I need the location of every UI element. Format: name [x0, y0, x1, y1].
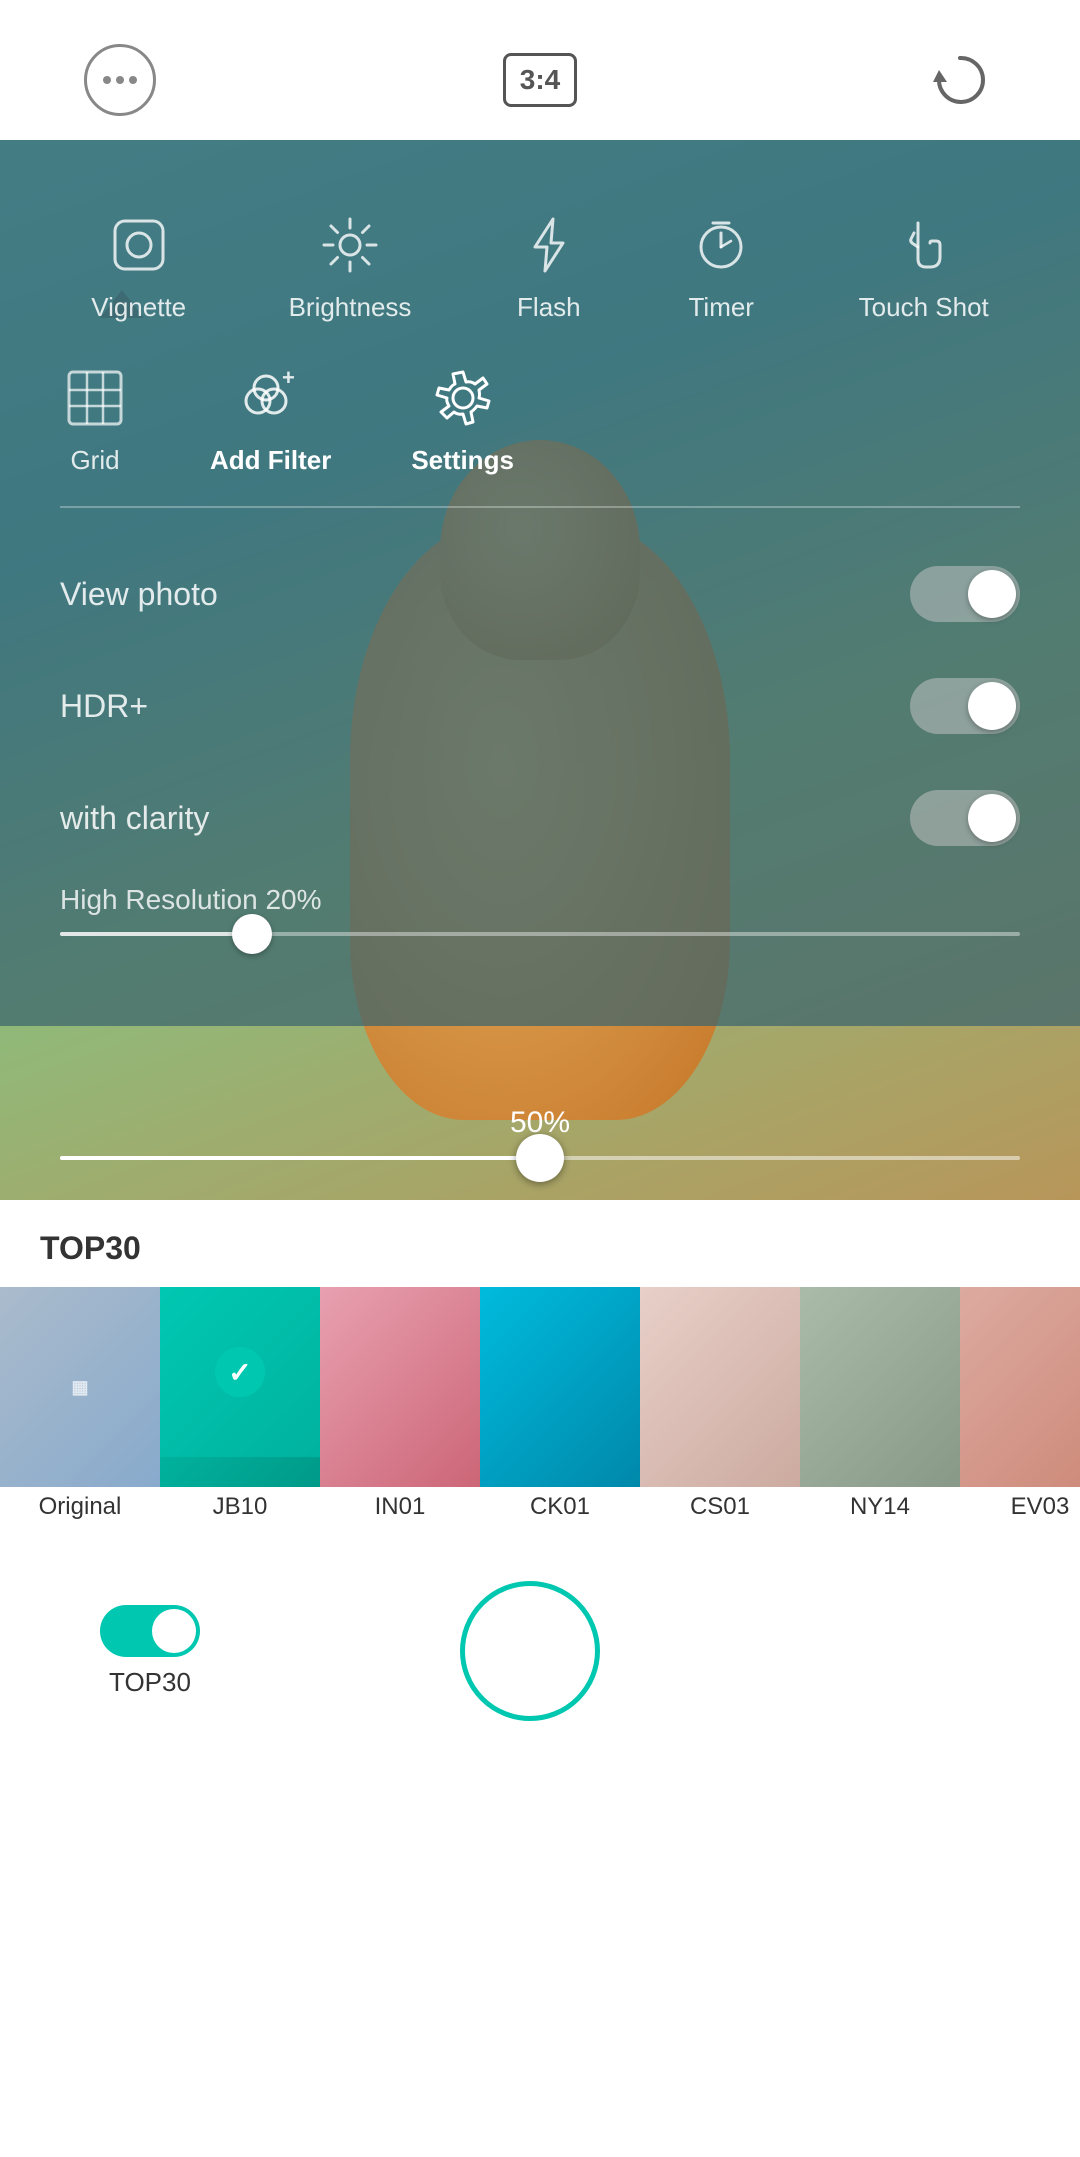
high-resolution-track[interactable]: [60, 932, 1020, 936]
top30-toggle-label: TOP30: [109, 1667, 191, 1698]
filter-ck01[interactable]: CK01: [480, 1287, 640, 1521]
bottom-bar: TOP30: [0, 1551, 1080, 1771]
brightness-icon: [315, 210, 385, 280]
filter-in01[interactable]: IN01: [320, 1287, 480, 1521]
grid-tool[interactable]: Grid: [60, 363, 130, 476]
view-photo-label: View photo: [60, 576, 218, 613]
filter-ck01-label: CK01: [530, 1493, 590, 1521]
filter-ev03[interactable]: EV03: [960, 1287, 1080, 1521]
vignette-label: Vignette: [91, 292, 186, 323]
filter-ny14-label: NY14: [850, 1493, 910, 1521]
view-photo-row: View photo: [60, 538, 1020, 650]
view-photo-knob: [968, 570, 1016, 618]
filter-jb10-label: JB10: [213, 1493, 268, 1521]
add-filter-icon: +: [236, 363, 306, 433]
filter-section: TOP30 ▦ Original JB10 IN01: [0, 1200, 1080, 1551]
filter-cs01[interactable]: CS01: [640, 1287, 800, 1521]
filter-jb10[interactable]: JB10: [160, 1287, 320, 1521]
add-filter-tool[interactable]: + Add Filter: [210, 363, 331, 476]
high-resolution-thumb[interactable]: [232, 914, 272, 954]
brightness-label: Brightness: [289, 292, 412, 323]
svg-text:+: +: [282, 365, 295, 390]
touch-shot-action[interactable]: Touch Shot: [859, 210, 989, 323]
filter-section-title: TOP30: [0, 1230, 1080, 1287]
high-resolution-fill: [60, 932, 252, 936]
exposure-fill: [60, 1156, 540, 1160]
touch-shot-icon: [889, 210, 959, 280]
filter-cs01-label: CS01: [690, 1493, 750, 1521]
shutter-button[interactable]: [460, 1581, 600, 1721]
hdr-label: HDR+: [60, 688, 148, 725]
filter-original[interactable]: ▦ Original: [0, 1287, 160, 1521]
exposure-area: 50%: [0, 1086, 1080, 1200]
settings-label: Settings: [411, 445, 514, 476]
settings-icon: [428, 363, 498, 433]
vignette-icon: [104, 210, 174, 280]
shutter-inner: [475, 1596, 585, 1706]
refresh-button[interactable]: [920, 40, 1000, 120]
settings-overlay: Vignette Brigh: [0, 140, 1080, 1026]
settings-tool[interactable]: Settings: [411, 363, 514, 476]
filter-ev03-label: EV03: [1011, 1493, 1070, 1521]
touch-shot-label: Touch Shot: [859, 292, 989, 323]
timer-icon: [686, 210, 756, 280]
flash-action[interactable]: Flash: [514, 210, 584, 323]
filter-selected-overlay: [160, 1287, 320, 1457]
exposure-thumb[interactable]: [516, 1134, 564, 1182]
timer-label: Timer: [689, 292, 754, 323]
quick-actions-row: Vignette Brigh: [0, 180, 1080, 343]
hdr-toggle[interactable]: [910, 678, 1020, 734]
vignette-action[interactable]: Vignette: [91, 210, 186, 323]
flash-icon: [514, 210, 584, 280]
exposure-track[interactable]: [60, 1156, 1020, 1160]
tool-row: Grid + Add Filter: [0, 343, 1080, 496]
top-bar: 3:4: [0, 0, 1080, 140]
more-button[interactable]: [80, 40, 160, 120]
panel-divider: [60, 506, 1020, 508]
filter-in01-label: IN01: [375, 1493, 426, 1521]
filter-original-label: Original: [39, 1493, 122, 1521]
camera-viewfinder: Vignette Brigh: [0, 140, 1080, 1200]
brightness-action[interactable]: Brightness: [289, 210, 412, 323]
hdr-knob: [968, 682, 1016, 730]
high-resolution-row: High Resolution 20%: [60, 874, 1020, 966]
grid-label: Grid: [70, 445, 119, 476]
high-resolution-label: High Resolution 20%: [60, 884, 1020, 916]
filter-ny14[interactable]: NY14: [800, 1287, 960, 1521]
filter-scroll: ▦ Original JB10 IN01 CK01: [0, 1287, 1080, 1531]
settings-section: View photo HDR+ with clarity: [0, 518, 1080, 986]
filter-check-icon: [215, 1347, 265, 1397]
ratio-button[interactable]: 3:4: [500, 40, 580, 120]
view-photo-toggle[interactable]: [910, 566, 1020, 622]
top30-toggle[interactable]: [100, 1605, 200, 1657]
clarity-toggle[interactable]: [910, 790, 1020, 846]
clarity-label: with clarity: [60, 800, 209, 837]
hdr-row: HDR+: [60, 650, 1020, 762]
bottom-toggle-area: TOP30: [100, 1605, 200, 1698]
timer-action[interactable]: Timer: [686, 210, 756, 323]
clarity-knob: [968, 794, 1016, 842]
add-filter-label: Add Filter: [210, 445, 331, 476]
grid-icon: [60, 363, 130, 433]
top30-toggle-knob: [152, 1609, 196, 1653]
clarity-row: with clarity: [60, 762, 1020, 874]
flash-label: Flash: [517, 292, 581, 323]
